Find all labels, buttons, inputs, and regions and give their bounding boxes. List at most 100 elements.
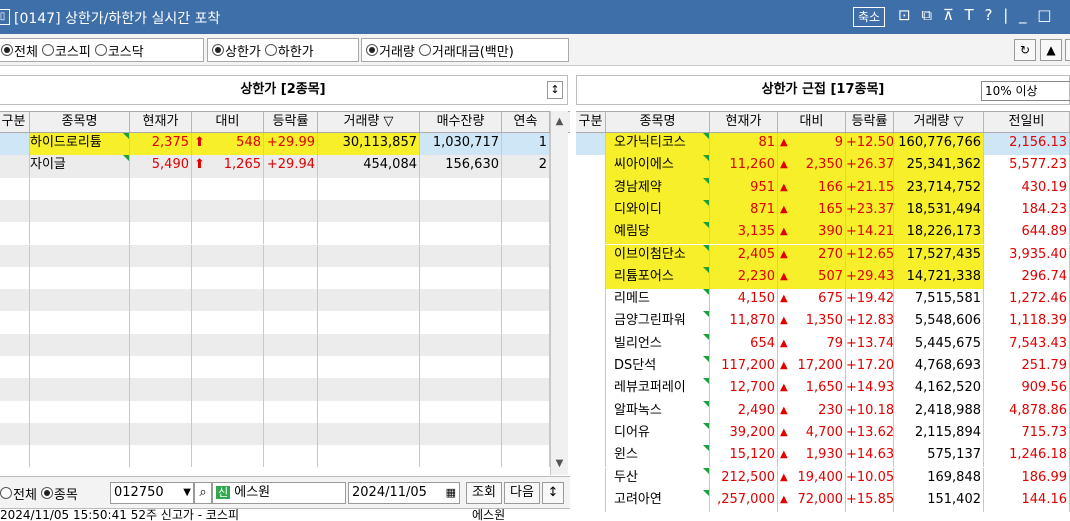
- right-cell-6: 2,156.13: [984, 133, 1070, 156]
- right-cell-1: 씨아이에스: [606, 155, 710, 178]
- green-corner-icon: [703, 400, 709, 407]
- titlebar-icons[interactable]: ⊡ ⧉ ⊼ T ? | _ □: [898, 6, 1054, 24]
- table-row[interactable]: 고려아연 ,257,000 ▲ 72,000 +15.85 151,402 144.16: [576, 489, 1070, 513]
- empty-row[interactable]: [0, 222, 550, 245]
- calendar-icon[interactable]: ▦: [446, 483, 456, 503]
- right-column-header-4[interactable]: 등락률: [846, 112, 894, 132]
- table-row[interactable]: DS단석 117,200 ▲ 17,200 +17.20 4,768,693 251.79: [576, 356, 1070, 379]
- left-column-header-0[interactable]: 구분: [0, 112, 30, 132]
- left-cell-5: [318, 222, 420, 245]
- limit-option-0[interactable]: 상한가: [212, 41, 261, 60]
- left-cell-6: [420, 333, 502, 356]
- scope-option-1[interactable]: 종목: [40, 484, 78, 503]
- right-column-header-5[interactable]: 거래량 ▽: [894, 112, 984, 132]
- empty-row[interactable]: [0, 177, 550, 200]
- table-row[interactable]: 이브이첨단소 2,405 ▲ 270 +12.65 17,527,435 3,935.40: [576, 244, 1070, 267]
- left-column-header-4[interactable]: 등락률: [264, 112, 318, 132]
- table-row[interactable]: 디와이디 871 ▲ 165 +23.37 18,531,494 184.23: [576, 199, 1070, 223]
- left-cell-2: 2,375: [130, 133, 192, 156]
- table-row[interactable]: 예림당 3,135 ▲ 390 +14.21 18,226,173 644.89: [576, 222, 1070, 245]
- date-input[interactable]: 2024/11/05 ▦: [348, 482, 460, 504]
- empty-row[interactable]: [0, 289, 550, 312]
- green-corner-icon: [703, 177, 709, 184]
- left-sort-toggle-icon[interactable]: ↕: [547, 81, 563, 99]
- empty-row[interactable]: [0, 422, 550, 446]
- table-row[interactable]: 금양그린파워 11,870 ▲ 1,350 +12.83 5,548,606 1,118.3…: [576, 311, 1070, 334]
- toolbar: 전체 코스피 코스닥 상한가 하한가 거래량 거래대금(백만) ↻ ▲: [0, 34, 1070, 66]
- table-row[interactable]: 레뷰코퍼레이 12,700 ▲ 1,650 +14.93 4,162,520 909.56: [576, 378, 1070, 401]
- search-icon[interactable]: ⌕: [194, 482, 212, 504]
- empty-row[interactable]: [0, 199, 550, 223]
- right-column-header-0[interactable]: 구분: [576, 112, 606, 132]
- sort-radio-group[interactable]: 거래량 거래대금(백만): [361, 38, 569, 62]
- left-cell-6: [420, 422, 502, 446]
- table-row[interactable]: 두산 212,500 ▲ 19,400 +10.05 169,848 186.99: [576, 467, 1070, 490]
- sort-option-0[interactable]: 거래량: [366, 41, 415, 60]
- shrink-button[interactable]: 축소: [853, 7, 886, 27]
- refresh-icon[interactable]: ↻: [1014, 39, 1036, 61]
- left-column-header-7[interactable]: 연속: [502, 112, 550, 132]
- query-button[interactable]: 조회: [466, 482, 502, 504]
- table-row[interactable]: 오가닉티코스 81 ▲ 9 +12.50 160,776,766 2,156.13: [576, 133, 1070, 156]
- empty-row[interactable]: [0, 266, 550, 290]
- near-limit-filter-select[interactable]: 10% 이상: [981, 81, 1070, 101]
- left-column-header-2[interactable]: 현재가: [130, 112, 192, 132]
- table-row[interactable]: 하이드로리튬 2,375 ⬆ 548 +29.99 30,113,857 1,030,717…: [0, 133, 550, 156]
- signal-log: 2024/11/05 15:50:41 52주 신고가 - 코스피 에스원: [0, 508, 570, 521]
- empty-row[interactable]: [0, 311, 550, 334]
- stock-name-field[interactable]: 신 에스원: [212, 482, 346, 504]
- left-column-header-5[interactable]: 거래량 ▽: [318, 112, 420, 132]
- green-corner-icon: [703, 378, 709, 385]
- table-row[interactable]: 리튬포어스 2,230 ▲ 507 +29.43 14,721,338 296.74: [576, 266, 1070, 290]
- left-column-header-6[interactable]: 매수잔량: [420, 112, 502, 132]
- empty-row[interactable]: [0, 400, 550, 423]
- table-row[interactable]: 알파녹스 2,490 ▲ 230 +10.18 2,418,988 4,878.86: [576, 400, 1070, 423]
- left-cell-4: [264, 378, 318, 401]
- left-cell-2: [130, 199, 192, 223]
- right-column-header-3[interactable]: 대비: [778, 112, 846, 132]
- triangle-up-icon[interactable]: ▲: [1040, 39, 1062, 61]
- empty-row[interactable]: [0, 356, 550, 379]
- left-scrollbar[interactable]: ▲ ▼: [550, 111, 568, 475]
- left-cell-0: [0, 422, 30, 446]
- market-radio-group[interactable]: 전체 코스피 코스닥: [0, 38, 204, 62]
- empty-row[interactable]: [0, 378, 550, 401]
- right-cell-4: +14.63: [846, 445, 894, 468]
- right-column-header-1[interactable]: 종목명: [606, 112, 710, 132]
- scroll-up-icon[interactable]: ▲: [551, 113, 568, 130]
- sort-toggle-icon[interactable]: ↕: [542, 482, 564, 504]
- limit-radio-group[interactable]: 상한가 하한가: [207, 38, 359, 62]
- scroll-down-icon[interactable]: ▼: [551, 455, 568, 472]
- toolbar-more-button[interactable]: [1065, 39, 1070, 61]
- table-row[interactable]: 윈스 15,120 ▲ 1,930 +14.63 575,137 1,246.18: [576, 445, 1070, 468]
- table-row[interactable]: 리메드 4,150 ▲ 675 +19.42 7,515,581 1,272.46: [576, 289, 1070, 312]
- right-column-header-6[interactable]: 전일비: [984, 112, 1070, 132]
- table-row[interactable]: 자이글 5,490 ⬆ 1,265 +29.94 454,084 156,630 2: [0, 155, 550, 178]
- empty-row[interactable]: [0, 244, 550, 267]
- left-cell-3: [192, 222, 264, 245]
- empty-row[interactable]: [0, 333, 550, 356]
- change-value: 1,265: [223, 157, 261, 173]
- left-cell-4: [264, 177, 318, 200]
- scope-radio-group[interactable]: 전체 종목: [0, 482, 108, 504]
- table-row[interactable]: 씨아이에스 11,260 ▲ 2,350 +26.37 25,341,362 5,577.2…: [576, 155, 1070, 178]
- table-row[interactable]: 빌리언스 654 ▲ 79 +13.74 5,445,675 7,543.43: [576, 333, 1070, 356]
- next-button[interactable]: 다음: [504, 482, 540, 504]
- market-option-0[interactable]: 전체: [1, 41, 38, 60]
- empty-row[interactable]: [0, 445, 550, 468]
- market-option-1[interactable]: 코스피: [41, 41, 91, 60]
- left-column-header-3[interactable]: 대비: [192, 112, 264, 132]
- right-cell-2: 11,260: [710, 155, 778, 178]
- chevron-down-icon[interactable]: ▼: [183, 483, 191, 503]
- table-row[interactable]: 디어유 39,200 ▲ 4,700 +13.62 2,115,894 715.73: [576, 422, 1070, 446]
- table-row[interactable]: 경남제약 951 ▲ 166 +21.15 23,714,752 430.19: [576, 177, 1070, 200]
- right-cell-3: ▲ 4,700: [778, 422, 846, 446]
- limit-option-1[interactable]: 하한가: [264, 41, 314, 60]
- radio-icon: [1, 44, 13, 56]
- sort-option-1[interactable]: 거래대금(백만): [418, 41, 514, 60]
- scope-option-0[interactable]: 전체: [0, 484, 37, 503]
- market-option-2[interactable]: 코스닥: [94, 41, 144, 60]
- left-column-header-1[interactable]: 종목명: [30, 112, 130, 132]
- stock-code-input[interactable]: 012750 ▼: [110, 482, 194, 504]
- right-column-header-2[interactable]: 현재가: [710, 112, 778, 132]
